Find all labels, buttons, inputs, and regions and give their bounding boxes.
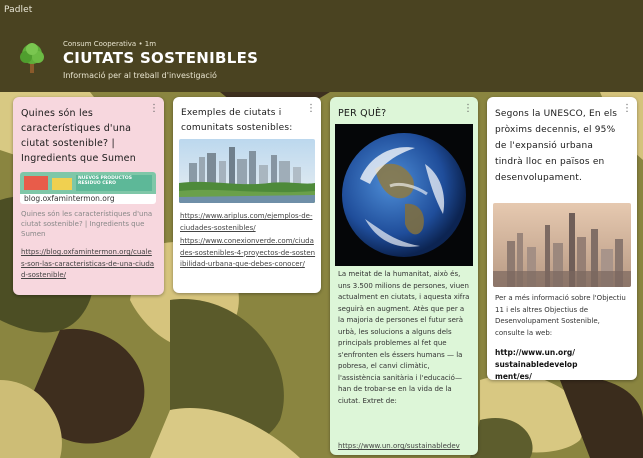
post-menu-icon[interactable]: ⋮ <box>622 104 632 114</box>
link-preview-description: Quines són les característiques d'una ci… <box>21 210 153 238</box>
post-link[interactable]: https://www.un.org/sustainabledev <box>338 441 478 453</box>
post-title: Exemples de ciutats i comunitats sosteni… <box>181 108 293 133</box>
padlet-logo[interactable]: Padlet <box>4 5 32 15</box>
post-body: La meitat de la humanitat, això és, uns … <box>338 270 470 405</box>
board-title: CIUTATS SOSTENIBLES <box>63 49 259 67</box>
post-title: PER QUÈ? <box>338 108 387 119</box>
post-card[interactable]: ⋮ Exemples de ciutats i comunitats soste… <box>173 97 321 293</box>
post-menu-icon[interactable]: ⋮ <box>149 104 159 114</box>
earth-image <box>335 124 473 266</box>
board-author-meta: Consum Cooperativa • 1m <box>63 40 157 48</box>
city-skyline-image <box>179 139 315 203</box>
post-menu-icon[interactable]: ⋮ <box>306 104 316 114</box>
city-haze-image <box>493 203 631 287</box>
post-card[interactable]: ⋮ PER QUÈ? La meitat de la humanitat, ai… <box>330 97 478 455</box>
post-link[interactable]: http://www.un.org/sustainabledevelopment… <box>495 347 579 380</box>
post-link[interactable]: https://blog.oxfamintermon.org/cuales-so… <box>21 247 155 282</box>
tree-avatar-icon <box>20 43 44 73</box>
post-card[interactable]: ⋮ Quines són les característiques d'una … <box>13 97 164 295</box>
link-preview-domain: blog.oxfamintermon.org <box>24 194 115 203</box>
link-preview-banner: NUEVOS PRODUCTOS RESIDUO CERO <box>78 176 132 186</box>
post-link[interactable]: https://www.ariplus.com/ejemplos-de-ciud… <box>180 211 316 234</box>
post-title: Segons la UNESCO, En els pròxims decenni… <box>495 109 618 183</box>
post-body: Per a més informació sobre l'Objectiu 11… <box>495 294 626 337</box>
board-subtitle: Informació per al treball d'investigació <box>63 71 217 80</box>
post-card[interactable]: ⋮ Segons la UNESCO, En els pròxims decen… <box>487 97 637 380</box>
link-preview-card[interactable]: NUEVOS PRODUCTOS RESIDUO CERO blog.oxfam… <box>20 172 156 204</box>
post-link[interactable]: https://www.conexionverde.com/ciudades-s… <box>180 236 316 271</box>
post-menu-icon[interactable]: ⋮ <box>463 104 473 114</box>
post-title: Quines són les característiques d'una ci… <box>21 108 136 164</box>
